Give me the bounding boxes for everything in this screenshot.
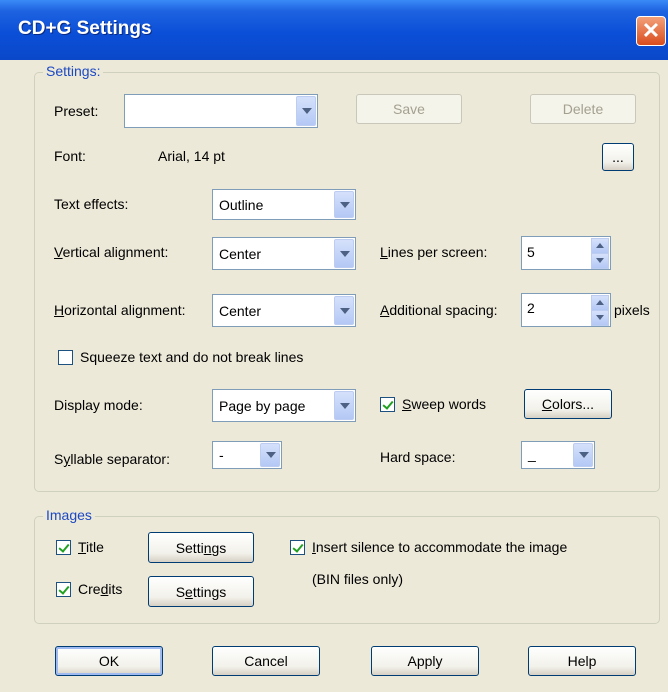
credits-settings-button[interactable]: Settings xyxy=(148,576,254,607)
horizontal-alignment-select[interactable]: Center xyxy=(212,294,356,327)
horizontal-alignment-label: Horizontal alignment: xyxy=(54,302,186,318)
help-button[interactable]: Help xyxy=(528,646,636,676)
credits-checkbox[interactable] xyxy=(56,582,71,597)
bin-files-note: (BIN files only) xyxy=(312,571,404,587)
settings-legend: Settings: xyxy=(43,63,104,79)
spin-up-icon[interactable] xyxy=(591,295,609,311)
additional-spacing-spinner[interactable]: 2 xyxy=(521,293,611,327)
insert-silence-checkbox[interactable] xyxy=(290,540,305,555)
display-mode-value: Page by page xyxy=(219,398,306,414)
window-title: CD+G Settings xyxy=(18,18,152,39)
spin-down-icon[interactable] xyxy=(591,253,609,269)
credits-settings-label-rest: ttings xyxy=(192,583,227,600)
credits-checkbox-label-rest: its xyxy=(108,581,123,597)
chevron-down-icon[interactable] xyxy=(334,296,354,325)
lines-per-screen-label: Lines per screen: xyxy=(380,244,488,260)
vertical-alignment-value: Center xyxy=(219,246,262,262)
title-checkbox-label[interactable]: Title xyxy=(78,539,104,555)
title-settings-label-rest: gs xyxy=(211,539,227,556)
apply-button[interactable]: Apply xyxy=(371,646,479,676)
additional-spacing-value: 2 xyxy=(527,300,535,316)
text-effects-select[interactable]: Outline xyxy=(212,189,356,220)
preset-select[interactable] xyxy=(124,94,318,128)
chevron-down-icon[interactable] xyxy=(334,191,354,218)
additional-spacing-label: Additional spacing: xyxy=(380,302,498,318)
squeeze-checkbox[interactable] xyxy=(58,350,73,365)
horizontal-alignment-value: Center xyxy=(219,303,262,319)
sweep-words-checkbox[interactable] xyxy=(380,397,395,412)
syllable-separator-label: Syllable separator: xyxy=(54,451,170,467)
title-checkbox-label-rest: itle xyxy=(86,539,104,555)
font-picker-button[interactable]: ... xyxy=(602,143,634,171)
delete-button[interactable]: Delete xyxy=(530,94,636,124)
chevron-down-icon[interactable] xyxy=(334,239,354,268)
syllable-separator-label-rest: llable separator: xyxy=(70,451,170,467)
colors-button-label-rest: olors... xyxy=(552,396,595,412)
font-label: Font: xyxy=(54,148,86,164)
ok-button[interactable]: OK xyxy=(55,646,163,676)
lines-per-screen-value: 5 xyxy=(527,244,535,260)
spin-up-icon[interactable] xyxy=(591,238,609,254)
text-effects-value: Outline xyxy=(219,197,264,213)
horizontal-alignment-label-rest: orizontal alignment: xyxy=(64,302,186,318)
font-value: Arial, 14 pt xyxy=(158,148,225,164)
chevron-down-icon[interactable] xyxy=(573,443,593,467)
title-checkbox[interactable] xyxy=(56,540,71,555)
images-legend: Images xyxy=(43,507,95,523)
sweep-words-label[interactable]: Sweep words xyxy=(402,396,486,412)
insert-silence-label[interactable]: Insert silence to accommodate the image xyxy=(312,539,567,555)
squeeze-label[interactable]: Squeeze text and do not break lines xyxy=(80,349,303,365)
lines-per-screen-label-rest: ines per screen: xyxy=(387,244,488,260)
syllable-separator-select[interactable]: - xyxy=(212,441,282,469)
vertical-alignment-label: Vertical alignment: xyxy=(54,244,169,260)
chevron-down-icon[interactable] xyxy=(296,96,316,126)
display-mode-select[interactable]: Page by page xyxy=(212,389,356,422)
title-bar[interactable]: CD+G Settings ✕ xyxy=(0,0,668,60)
lines-per-screen-spinner[interactable]: 5 xyxy=(521,236,611,270)
dialog-window: CD+G Settings ✕ Settings: Preset: Save D… xyxy=(0,0,668,692)
additional-spacing-label-rest: dditional spacing: xyxy=(389,302,498,318)
insert-silence-label-rest: nsert silence to accommodate the image xyxy=(315,539,568,555)
title-settings-button[interactable]: Settings xyxy=(148,532,254,563)
close-icon[interactable]: ✕ xyxy=(636,16,666,46)
hard-space-label: Hard space: xyxy=(380,449,456,465)
vertical-alignment-select[interactable]: Center xyxy=(212,237,356,270)
text-effects-label: Text effects: xyxy=(54,196,129,212)
spin-down-icon[interactable] xyxy=(591,310,609,326)
settings-group xyxy=(34,72,660,492)
vertical-alignment-label-rest: ertical alignment: xyxy=(62,244,169,260)
preset-label: Preset: xyxy=(54,103,99,119)
pixels-unit-label: pixels xyxy=(614,302,650,318)
cancel-button[interactable]: Cancel xyxy=(212,646,320,676)
colors-button[interactable]: Colors... xyxy=(524,389,612,419)
sweep-words-label-rest: weep words xyxy=(411,396,487,412)
save-button[interactable]: Save xyxy=(356,94,462,124)
credits-checkbox-label[interactable]: Credits xyxy=(78,581,122,597)
hard-space-select[interactable]: _ xyxy=(521,441,595,469)
chevron-down-icon[interactable] xyxy=(334,391,354,420)
images-group xyxy=(34,516,660,624)
display-mode-label: Display mode: xyxy=(54,397,143,413)
syllable-separator-value: - xyxy=(219,447,224,463)
chevron-down-icon[interactable] xyxy=(260,443,280,467)
hard-space-value: _ xyxy=(528,446,536,462)
